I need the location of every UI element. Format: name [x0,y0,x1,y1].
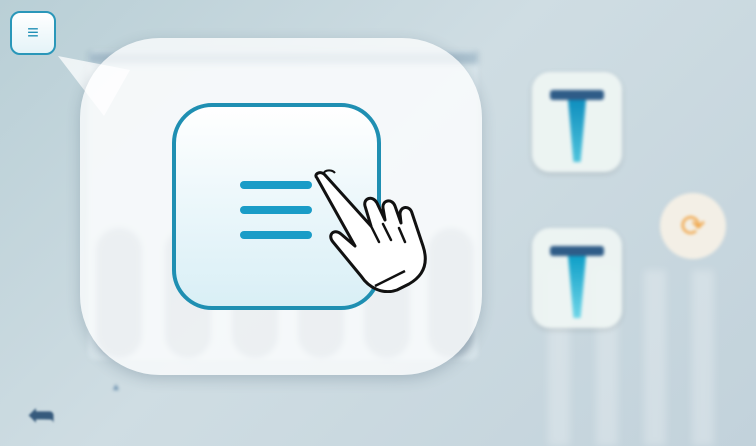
back-arrow-icon: ➦ [26,396,56,434]
tutorial-overlay-screen: ⟳ ▲ ➦ ≡ [0,0,756,446]
hamburger-menu-icon [240,181,312,239]
back-button[interactable]: ➦ [18,396,64,434]
refresh-icon: ⟳ [680,209,706,243]
tube-button-bottom[interactable] [532,228,622,328]
background-stripe [692,270,714,446]
background-slot-label: ▲ [111,382,121,393]
hand-pointer-icon [314,169,427,293]
tube-button-top[interactable] [532,72,622,172]
hamburger-menu-icon: ≡ [27,22,39,44]
test-tube-icon [550,90,604,100]
test-tube-icon [550,246,604,256]
menu-button[interactable]: ≡ [10,11,56,55]
background-stripe [644,270,666,446]
refresh-button[interactable]: ⟳ [660,193,726,259]
